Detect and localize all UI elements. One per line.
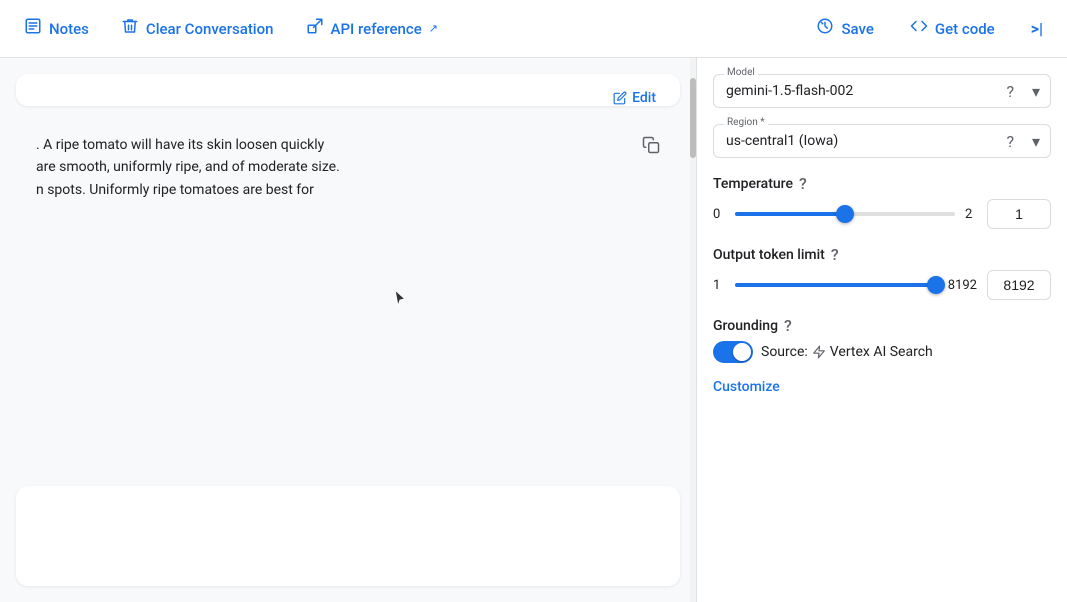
grounding-title: Grounding ? [713, 316, 1051, 335]
right-panel: Model gemini-1.5-flash-002 ▾ ? Region * … [697, 58, 1067, 602]
temperature-slider[interactable] [735, 204, 955, 224]
response-text: . A ripe tomato will have its skin loose… [36, 134, 660, 201]
chat-area: Edit . A ripe tomato will have [0, 58, 696, 602]
token-track [735, 283, 938, 287]
region-help-icon[interactable]: ? [1006, 132, 1014, 151]
vertex-icon [812, 345, 826, 359]
temperature-field: Temperature ? 0 2 [713, 174, 1051, 229]
source-label: Source: [761, 344, 808, 360]
source-text: Source: Vertex AI Search [761, 344, 933, 360]
token-fill [735, 283, 936, 287]
token-limit-title: Output token limit ? [713, 245, 1051, 264]
region-label: Region * [724, 117, 768, 128]
model-select[interactable]: Model gemini-1.5-flash-002 ▾ ? [713, 74, 1051, 108]
token-help-icon[interactable]: ? [831, 245, 839, 264]
region-value: us-central1 (Iowa) [726, 133, 838, 149]
api-reference-label: API reference [331, 20, 422, 38]
temperature-label: Temperature [713, 176, 793, 192]
region-field: Region * us-central1 (Iowa) ▾ ? [713, 124, 1051, 158]
customize-link[interactable]: Customize [713, 379, 780, 395]
grounding-label: Grounding [713, 318, 778, 334]
token-min: 1 [713, 278, 725, 293]
code-icon [910, 17, 928, 40]
token-limit-label: Output token limit [713, 247, 825, 263]
api-icon [306, 17, 324, 40]
vertex-label: Vertex AI Search [830, 344, 933, 360]
scrollbar-thumb[interactable] [690, 78, 696, 158]
token-thumb[interactable] [927, 276, 945, 294]
nav-right: Save Get code >| [800, 9, 1059, 48]
customize-section: Customize [713, 379, 1051, 395]
clear-icon [121, 17, 139, 40]
model-dropdown-icon: ▾ [1032, 82, 1040, 101]
clear-conversation-button[interactable]: Clear Conversation [105, 9, 290, 48]
save-label: Save [841, 20, 873, 38]
temperature-thumb[interactable] [836, 205, 854, 223]
external-link-icon: ↗ [429, 22, 438, 35]
temperature-slider-row: 0 2 [713, 199, 1051, 229]
notes-label: Notes [49, 20, 89, 38]
get-code-button[interactable]: Get code [894, 9, 1011, 48]
region-select[interactable]: Region * us-central1 (Iowa) ▾ ? [713, 124, 1051, 158]
top-nav: Notes Clear Conversation API reference ↗ [0, 0, 1067, 58]
scrollbar[interactable] [690, 58, 696, 602]
model-help-icon[interactable]: ? [1006, 82, 1014, 101]
left-panel: Edit . A ripe tomato will have [0, 58, 697, 602]
save-button[interactable]: Save [800, 9, 889, 48]
edit-icon [613, 91, 627, 105]
grounding-help-icon[interactable]: ? [784, 316, 792, 335]
response-card: . A ripe tomato will have its skin loose… [16, 118, 680, 474]
temperature-fill [735, 212, 845, 216]
grounding-toggle[interactable]: ✓ [713, 341, 753, 363]
grounding-row: ✓ Source: Vertex AI Search [713, 341, 1051, 363]
token-limit-field: Output token limit ? 1 8192 [713, 245, 1051, 300]
model-field: Model gemini-1.5-flash-002 ▾ ? [713, 74, 1051, 108]
edit-button[interactable]: Edit [605, 86, 664, 110]
edit-label: Edit [632, 90, 656, 106]
copy-button[interactable] [636, 130, 666, 164]
cursor [394, 289, 406, 311]
token-max: 8192 [948, 278, 977, 293]
temperature-help-icon[interactable]: ? [799, 174, 807, 193]
copy-icon [642, 136, 660, 154]
collapse-label: >| [1031, 19, 1043, 38]
temperature-max: 2 [965, 207, 977, 222]
grounding-field: Grounding ? ✓ Source: Vertex AI Search [713, 316, 1051, 363]
temperature-title: Temperature ? [713, 174, 1051, 193]
notes-icon [24, 17, 42, 40]
user-message-card-2 [16, 486, 680, 586]
get-code-label: Get code [935, 20, 995, 38]
notes-button[interactable]: Notes [8, 9, 105, 48]
region-dropdown-icon: ▾ [1032, 132, 1040, 151]
token-slider-row: 1 8192 [713, 270, 1051, 300]
temperature-min: 0 [713, 207, 725, 222]
temperature-value-input[interactable] [987, 199, 1051, 229]
save-icon [816, 17, 834, 40]
collapse-button[interactable]: >| [1015, 11, 1059, 46]
token-value-input[interactable] [987, 270, 1051, 300]
temperature-track [735, 212, 955, 216]
clear-conversation-label: Clear Conversation [146, 20, 274, 38]
token-slider[interactable] [735, 275, 938, 295]
model-value: gemini-1.5-flash-002 [726, 83, 853, 99]
main-content: Edit . A ripe tomato will have [0, 58, 1067, 602]
api-reference-button[interactable]: API reference ↗ [290, 9, 454, 48]
model-label: Model [724, 67, 758, 78]
toggle-check-icon: ✓ [740, 346, 749, 359]
user-message-card: Edit [16, 74, 680, 106]
